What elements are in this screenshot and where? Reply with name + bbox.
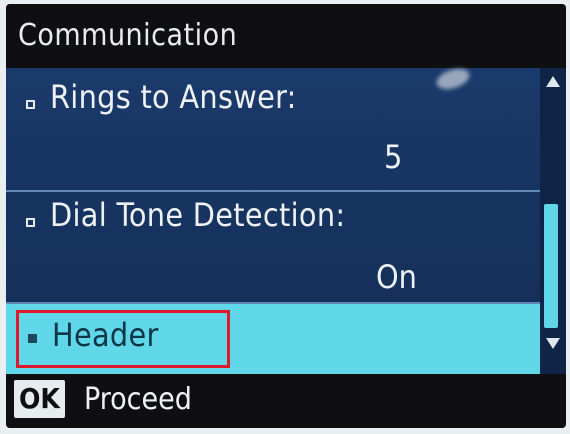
ok-button-badge[interactable]: OK — [14, 380, 65, 418]
proceed-label: Proceed — [84, 382, 192, 417]
rings-to-answer-label: Rings to Answer: — [50, 78, 297, 116]
scrollbar-thumb[interactable] — [544, 204, 558, 328]
scroll-down-arrow-icon[interactable] — [546, 338, 560, 349]
title-bar: Communication — [6, 4, 566, 68]
dial-tone-detection-value: On — [376, 258, 417, 296]
bullet-icon — [26, 100, 35, 109]
bullet-icon — [26, 218, 35, 227]
list-item-rings-to-answer[interactable]: Rings to Answer: 5 — [6, 68, 540, 192]
device-bezel: Communication Rings to Answer: 5 Dial To… — [0, 0, 570, 434]
scrollbar[interactable] — [540, 68, 566, 374]
list-item-dial-tone-detection[interactable]: Dial Tone Detection: On — [6, 192, 540, 304]
screen-title: Communication — [18, 18, 238, 53]
rings-to-answer-value: 5 — [384, 138, 403, 176]
red-highlight-box — [16, 310, 230, 368]
bottom-bar: OK Proceed — [6, 374, 566, 428]
scroll-up-arrow-icon[interactable] — [546, 76, 560, 87]
dial-tone-detection-label: Dial Tone Detection: — [50, 196, 346, 234]
lcd-screen: Communication Rings to Answer: 5 Dial To… — [6, 4, 566, 428]
